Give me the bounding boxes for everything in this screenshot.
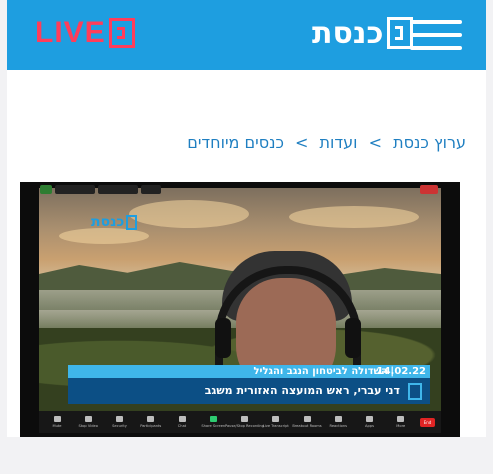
zoom-toolbar: Mute Stop Video Security Participants Ch… <box>39 411 441 433</box>
ellipsis-icon <box>397 416 405 422</box>
recording-indicator <box>420 185 438 194</box>
mute-button[interactable]: Mute <box>45 416 69 428</box>
share-screen-icon <box>209 416 217 422</box>
stop-video-button[interactable]: Stop Video <box>76 416 100 428</box>
breadcrumb-separator: > <box>295 133 309 152</box>
grid-icon <box>303 416 311 422</box>
recording-button[interactable]: Pause/Stop Recording <box>225 416 264 428</box>
committee-name: השדולה לביטחון הנגב והגליל <box>253 366 388 377</box>
zoom-status-bar <box>40 185 161 194</box>
breadcrumb-separator: > <box>368 133 383 152</box>
reactions-button[interactable]: Reactions <box>326 416 350 428</box>
knesset-watermark: כנסת <box>91 214 138 230</box>
end-button[interactable]: End <box>420 417 435 427</box>
live-transcript-button[interactable]: Live Transcript <box>263 416 289 428</box>
cc-icon <box>272 416 280 422</box>
zoom-status-chip <box>141 185 161 194</box>
breakout-rooms-button[interactable]: Breakout Rooms <box>292 416 322 428</box>
people-icon <box>147 416 155 422</box>
knesset-logo[interactable]: כנסת <box>312 14 414 52</box>
apps-button[interactable]: Apps <box>358 416 382 428</box>
breadcrumb-item-channel[interactable]: ערוץ כנסת <box>393 133 466 152</box>
participants-button[interactable]: Participants <box>139 416 163 428</box>
smile-icon <box>334 416 342 422</box>
zoom-status-chip <box>98 185 138 194</box>
hamburger-icon[interactable] <box>410 20 462 50</box>
breadcrumb-item-committees[interactable]: ועדות <box>320 133 358 152</box>
knesset-label: כנסת <box>312 15 384 51</box>
video-player[interactable]: כנסת 14.02.22 | השדולה לביטחון הנגב והגל… <box>20 182 460 437</box>
video-camera-icon <box>84 416 92 422</box>
shield-icon <box>116 416 123 422</box>
breadcrumb-item-special[interactable]: כנסים מיוחדים <box>187 133 284 152</box>
live-logo[interactable]: LIVE <box>35 16 135 50</box>
live-logo-icon <box>108 18 135 48</box>
speaker-name: דני עברי, ראש המועצה האזורית משגב <box>204 384 400 397</box>
live-label: LIVE <box>35 16 106 49</box>
lower-third-bottom: דני עברי, ראש המועצה האזורית משגב <box>68 378 430 404</box>
pause-icon <box>241 416 248 422</box>
chat-button[interactable]: Chat <box>170 416 194 428</box>
microphone-icon <box>53 416 61 422</box>
breadcrumb: ערוץ כנסת > ועדות > כנסים מיוחדים <box>187 133 466 152</box>
lower-third: 14.02.22 | השדולה לביטחון הנגב והגליל דנ… <box>68 365 430 407</box>
chat-icon <box>178 416 186 422</box>
zoom-status-chip <box>55 185 95 194</box>
main-content: ערוץ כנסת > ועדות > כנסים מיוחדים כנסת 1… <box>7 70 486 437</box>
site-header: LIVE כנסת <box>7 0 486 70</box>
lower-third-top: 14.02.22 | השדולה לביטחון הנגב והגליל <box>68 365 430 378</box>
apps-icon <box>366 416 373 422</box>
watermark-label: כנסת <box>91 214 125 230</box>
share-screen-button[interactable]: Share Screen <box>201 416 225 428</box>
zoom-status-chip <box>40 185 52 194</box>
more-button[interactable]: More <box>389 416 413 428</box>
knesset-logo-icon <box>408 383 422 400</box>
security-button[interactable]: Security <box>108 416 132 428</box>
watermark-icon <box>126 214 138 230</box>
